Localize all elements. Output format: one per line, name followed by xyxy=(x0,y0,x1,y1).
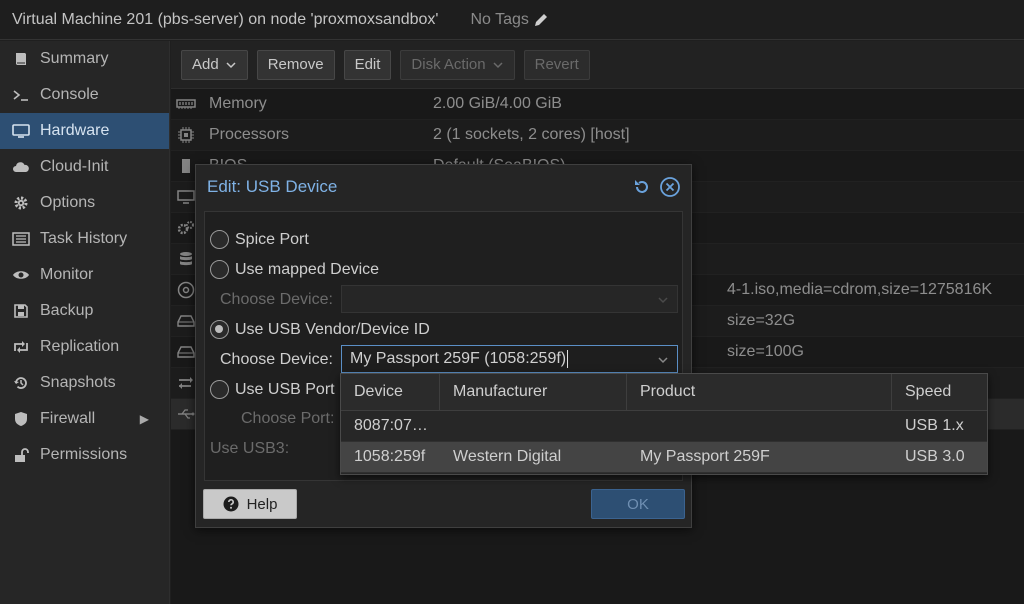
sidebar-item-firewall[interactable]: Firewall ▶ xyxy=(0,401,169,437)
question-circle-icon xyxy=(223,496,239,512)
toolbar: Add Remove Edit Disk Action Revert xyxy=(171,41,1024,89)
column-header-product[interactable]: Product xyxy=(627,374,892,410)
sidebar-item-label: Summary xyxy=(40,50,109,67)
picker-row-selected[interactable]: 1058:259f Western Digital My Passport 25… xyxy=(341,442,987,473)
gear-icon xyxy=(12,194,30,212)
reset-icon[interactable] xyxy=(631,176,653,198)
sidebar-item-console[interactable]: Console xyxy=(0,77,169,113)
chevron-down-icon xyxy=(658,297,668,304)
sidebar-item-label: Monitor xyxy=(40,266,94,283)
cell-speed: USB 1.x xyxy=(905,417,964,434)
sidebar-item-label: Cloud-Init xyxy=(40,158,109,175)
book-icon xyxy=(12,50,30,68)
sidebar-item-backup[interactable]: Backup xyxy=(0,293,169,329)
column-header-speed[interactable]: Speed xyxy=(892,374,987,410)
sidebar-item-replication[interactable]: Replication xyxy=(0,329,169,365)
expand-arrow-icon[interactable]: ▶ xyxy=(140,412,149,426)
choose-device-select[interactable]: My Passport 259F (1058:259f) xyxy=(341,345,678,373)
unlock-icon xyxy=(12,446,30,464)
option-vendor-device-id[interactable]: Use USB Vendor/Device ID xyxy=(210,320,430,339)
radio-icon[interactable] xyxy=(210,260,229,279)
sidebar-item-monitor[interactable]: Monitor xyxy=(0,257,169,293)
choose-device-label: Choose Device: xyxy=(220,351,333,368)
dialog-header: Edit: USB Device xyxy=(196,165,691,209)
cell-device: 1058:259f xyxy=(354,448,426,465)
cell-manufacturer: Western Digital xyxy=(453,448,562,465)
chevron-down-icon xyxy=(226,61,236,68)
sidebar-item-label: Replication xyxy=(40,338,120,355)
help-button[interactable]: Help xyxy=(203,489,297,519)
cell-device: 8087:07… xyxy=(354,417,428,434)
add-button-label: Add xyxy=(192,56,219,73)
picker-header: Device Manufacturer Product Speed xyxy=(341,374,987,411)
eye-icon xyxy=(12,266,30,284)
choose-port-label: Choose Port: xyxy=(241,410,335,427)
sidebar-item-task-history[interactable]: Task History xyxy=(0,221,169,257)
column-header-device[interactable]: Device xyxy=(341,374,440,410)
sidebar-item-snapshots[interactable]: Snapshots xyxy=(0,365,169,401)
chevron-down-icon xyxy=(658,357,668,364)
option-label: Use USB Vendor/Device ID xyxy=(235,320,430,338)
close-icon[interactable] xyxy=(659,176,681,198)
sidebar-item-label: Snapshots xyxy=(40,374,116,391)
device-picker-dropdown: Device Manufacturer Product Speed 8087:0… xyxy=(340,373,988,475)
remove-button[interactable]: Remove xyxy=(256,49,335,80)
sidebar-item-options[interactable]: Options xyxy=(0,185,169,221)
mapped-device-select[interactable] xyxy=(341,285,678,313)
choose-device-value: My Passport 259F (1058:259f) xyxy=(350,350,567,367)
cloud-icon xyxy=(12,158,30,176)
vm-title: Virtual Machine 201 (pbs-server) on node… xyxy=(12,10,439,28)
sidebar-item-hardware[interactable]: Hardware xyxy=(0,113,169,149)
list-icon xyxy=(12,230,30,248)
disk-action-label: Disk Action xyxy=(411,56,486,73)
ok-button[interactable]: OK xyxy=(591,489,685,519)
pencil-icon[interactable] xyxy=(533,12,549,28)
sidebar-item-label: Permissions xyxy=(40,446,128,463)
sidebar-item-summary[interactable]: Summary xyxy=(0,41,169,77)
add-button[interactable]: Add xyxy=(181,49,248,80)
sidebar-item-label: Console xyxy=(40,86,99,103)
retweet-icon xyxy=(12,338,30,356)
revert-button[interactable]: Revert xyxy=(523,49,590,80)
option-label: Spice Port xyxy=(235,230,309,248)
tags-label: No Tags xyxy=(470,10,529,28)
dialog-title: Edit: USB Device xyxy=(207,177,338,196)
sidebar-item-label: Hardware xyxy=(40,122,110,139)
dialog-footer: Help OK xyxy=(196,481,691,527)
option-label: Use USB Port xyxy=(235,380,335,398)
chevron-down-icon xyxy=(493,61,503,68)
history-icon xyxy=(12,374,30,392)
option-usb-port[interactable]: Use USB Port xyxy=(210,380,335,399)
option-label: Use mapped Device xyxy=(235,260,380,278)
picker-row[interactable]: 8087:07… USB 1.x xyxy=(341,411,987,442)
sidebar-item-label: Options xyxy=(40,194,96,211)
sidebar-item-label: Backup xyxy=(40,302,94,319)
shield-icon xyxy=(12,410,30,428)
edit-button[interactable]: Edit xyxy=(343,49,392,80)
monitor-icon xyxy=(12,122,30,140)
terminal-icon xyxy=(12,86,30,104)
floppy-icon xyxy=(12,302,30,320)
disk-action-button[interactable]: Disk Action xyxy=(400,49,515,80)
help-label: Help xyxy=(246,495,278,513)
radio-icon[interactable] xyxy=(210,230,229,249)
sidebar-item-cloud-init[interactable]: Cloud-Init xyxy=(0,149,169,185)
cell-speed: USB 3.0 xyxy=(905,448,965,465)
sidebar: Summary Console Hardware Cloud-Init Opti… xyxy=(0,41,170,604)
mapped-device-label: Choose Device: xyxy=(220,291,333,308)
option-spice-port[interactable]: Spice Port xyxy=(210,230,309,249)
sidebar-item-label: Task History xyxy=(40,230,128,247)
radio-icon[interactable] xyxy=(210,380,229,399)
column-header-manufacturer[interactable]: Manufacturer xyxy=(440,374,627,410)
sidebar-item-label: Firewall xyxy=(40,410,96,427)
text-cursor xyxy=(567,350,569,368)
option-mapped-device[interactable]: Use mapped Device xyxy=(210,260,379,279)
use-usb3-label: Use USB3: xyxy=(210,440,290,457)
top-bar: Virtual Machine 201 (pbs-server) on node… xyxy=(0,0,1024,40)
radio-icon[interactable] xyxy=(210,320,229,339)
tags-editor[interactable]: No Tags xyxy=(470,11,548,29)
sidebar-item-permissions[interactable]: Permissions xyxy=(0,437,169,473)
cell-product: My Passport 259F xyxy=(640,448,770,465)
